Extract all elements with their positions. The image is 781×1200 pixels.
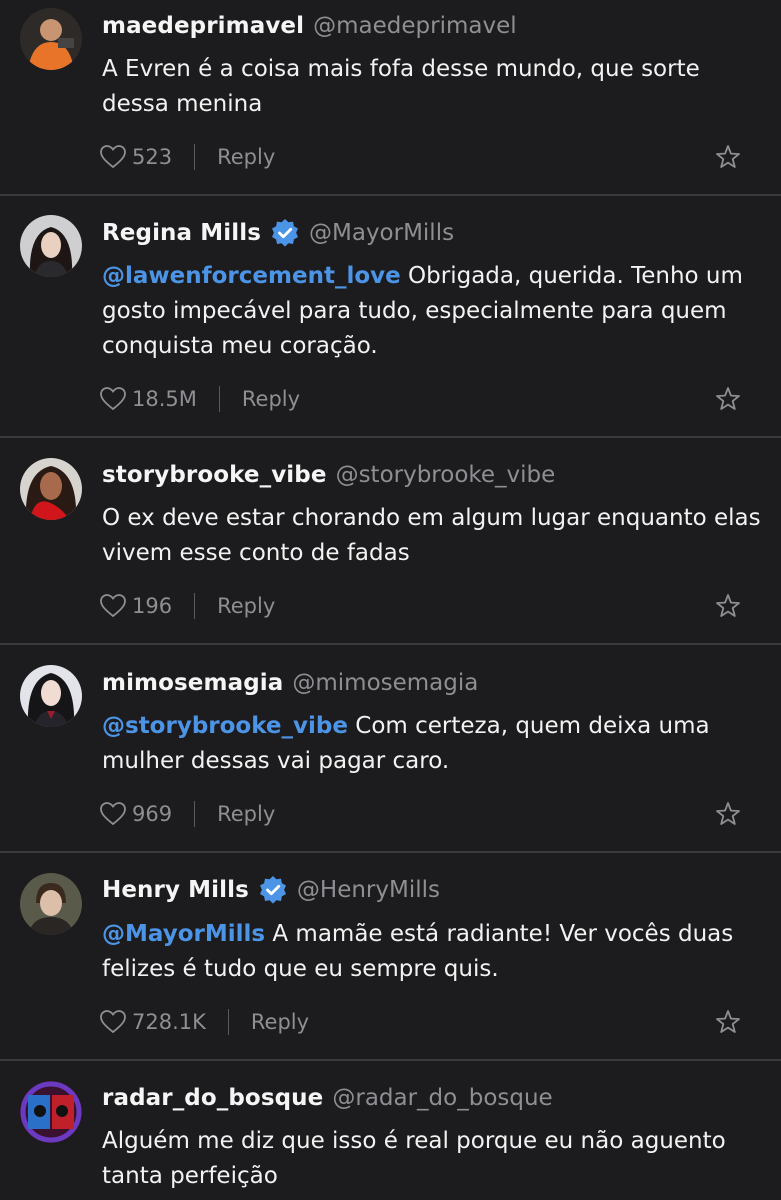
star-outline-icon[interactable] — [715, 801, 741, 827]
divider — [0, 194, 781, 196]
action-divider — [194, 593, 196, 619]
author-name[interactable]: mimosemagia — [102, 670, 283, 696]
action-divider — [218, 386, 220, 412]
author-name[interactable]: storybrooke_vibe — [102, 462, 327, 488]
action-divider — [194, 144, 196, 170]
author-name[interactable]: radar_do_bosque — [102, 1085, 323, 1111]
comment-body: Alguém me diz que isso é real porque eu … — [102, 1128, 726, 1189]
reply-button[interactable]: Reply — [217, 802, 275, 826]
mention-link[interactable]: @MayorMills — [102, 921, 265, 947]
comment-body: A Evren é a coisa mais fofa desse mundo,… — [102, 56, 700, 117]
comment-text: @lawenforcement_love Obrigada, querida. … — [102, 259, 762, 364]
mention-link[interactable]: @storybrooke_vibe — [102, 713, 348, 739]
comment-text: @MayorMills A mamãe está radiante! Ver v… — [102, 917, 762, 987]
comment-text: @storybrooke_vibe Com certeza, quem deix… — [102, 709, 762, 779]
like-count: 728.1K — [132, 1010, 206, 1034]
divider — [0, 436, 781, 438]
reply-button[interactable]: Reply — [242, 387, 300, 411]
author-handle[interactable]: @MayorMills — [309, 220, 454, 246]
heart-outline-icon[interactable] — [100, 387, 126, 411]
star-outline-icon[interactable] — [715, 593, 741, 619]
author-handle[interactable]: @radar_do_bosque — [332, 1085, 552, 1111]
verified-badge-icon — [259, 876, 286, 904]
action-divider — [227, 1009, 229, 1035]
author-handle[interactable]: @maedeprimavel — [313, 13, 517, 39]
avatar[interactable] — [20, 665, 82, 727]
like-count: 523 — [132, 145, 173, 169]
heart-outline-icon[interactable] — [100, 145, 126, 169]
divider — [0, 851, 781, 853]
comment-body: O ex deve estar chorando em algum lugar … — [102, 505, 761, 566]
avatar[interactable] — [20, 458, 82, 520]
reply-button[interactable]: Reply — [251, 1010, 309, 1034]
reply-button[interactable]: Reply — [217, 594, 275, 618]
star-outline-icon[interactable] — [715, 386, 741, 412]
heart-outline-icon[interactable] — [100, 1010, 126, 1034]
comment-text: O ex deve estar chorando em algum lugar … — [102, 501, 762, 571]
action-divider — [194, 801, 196, 827]
reply-button[interactable]: Reply — [217, 145, 275, 169]
avatar[interactable] — [20, 873, 82, 935]
comment-text: Alguém me diz que isso é real porque eu … — [102, 1124, 762, 1194]
author-handle[interactable]: @HenryMills — [297, 877, 440, 903]
verified-badge-icon — [272, 219, 298, 247]
like-count: 969 — [132, 802, 173, 826]
author-name[interactable]: Regina Mills — [102, 220, 261, 246]
author-handle[interactable]: @storybrooke_vibe — [336, 462, 556, 488]
heart-outline-icon[interactable] — [100, 802, 126, 826]
divider — [0, 1059, 781, 1061]
heart-outline-icon[interactable] — [100, 594, 126, 618]
mention-link[interactable]: @lawenforcement_love — [102, 263, 401, 289]
comment-text: A Evren é a coisa mais fofa desse mundo,… — [102, 52, 762, 122]
author-name[interactable]: Henry Mills — [102, 877, 249, 903]
avatar[interactable] — [20, 1081, 82, 1143]
divider — [0, 643, 781, 645]
like-count: 196 — [132, 594, 173, 618]
avatar[interactable] — [20, 215, 82, 277]
avatar[interactable] — [20, 8, 82, 70]
author-handle[interactable]: @mimosemagia — [292, 670, 478, 696]
star-outline-icon[interactable] — [715, 1009, 741, 1035]
like-count: 18.5M — [132, 387, 197, 411]
star-outline-icon[interactable] — [715, 144, 741, 170]
author-name[interactable]: maedeprimavel — [102, 13, 304, 39]
